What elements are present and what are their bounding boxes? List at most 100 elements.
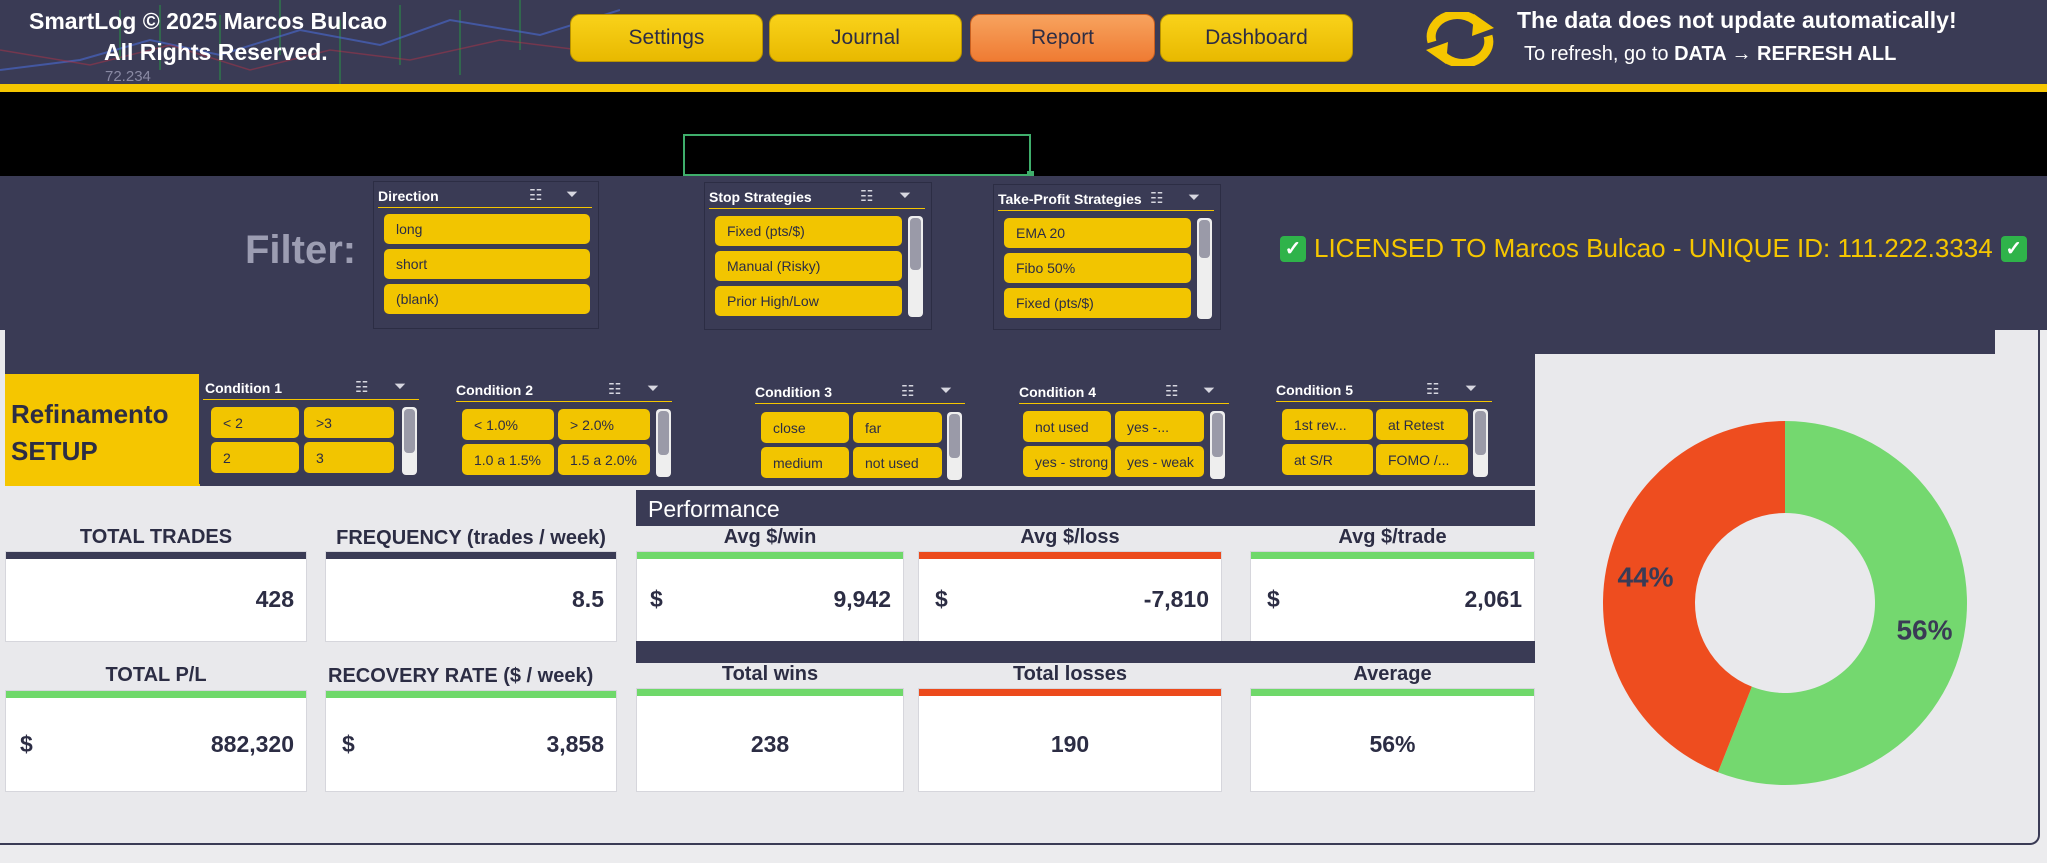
selected-cell[interactable] (683, 134, 1031, 176)
slicer-scrollbar[interactable] (402, 407, 417, 475)
slicer-item[interactable]: 2 (211, 442, 299, 473)
header-divider (0, 84, 2047, 92)
multi-select-icon[interactable]: ☷ (1426, 380, 1439, 398)
multi-select-icon[interactable]: ☷ (608, 380, 621, 398)
clear-filter-icon[interactable]: ⏷ (394, 378, 406, 395)
slicer-item[interactable]: 3 (304, 442, 394, 473)
slicer-scrollbar[interactable] (947, 412, 962, 480)
slicer-item[interactable]: < 1.0% (462, 409, 554, 440)
slicer-item[interactable]: at Retest (1376, 409, 1468, 440)
refresh-icon[interactable] (1422, 12, 1498, 66)
card-accent-bar (637, 552, 903, 559)
copyright-line-2: All Rights Reserved. (104, 39, 328, 65)
slicer-item[interactable]: (blank) (384, 284, 590, 314)
slicer-scrollbar[interactable] (1197, 218, 1212, 319)
slicer-item[interactable]: FOMO /... (1376, 444, 1468, 475)
slicer-item[interactable]: Fibo 50% (1004, 253, 1191, 283)
clear-filter-icon[interactable]: ⏷ (940, 382, 952, 399)
slicer-item[interactable]: >3 (304, 407, 394, 438)
clear-filter-icon[interactable]: ⏷ (1203, 382, 1215, 399)
slicer-take-profit-strategies: Take-Profit Strategies ☷ ⏷ EMA 20 Fibo 5… (993, 184, 1221, 330)
slicer-condition-1: Condition 1 ☷ ⏷ < 2 >3 2 3 (199, 374, 424, 484)
loss-percent-label: 44% (1617, 561, 1673, 592)
scrollbar-thumb[interactable] (404, 409, 415, 453)
slicer-item[interactable]: yes -... (1115, 411, 1204, 442)
slicer-item[interactable]: yes - strong (1023, 446, 1111, 477)
slicer-condition-2: Condition 2 ☷ ⏷ < 1.0% > 2.0% 1.0 a 1.5%… (452, 376, 677, 484)
license-text: LICENSED TO Marcos Bulcao - UNIQUE ID: 1… (1314, 233, 1993, 263)
recovery-rate-value: 3,858 (546, 731, 604, 757)
slicer-item[interactable]: Fixed (pts/$) (715, 216, 902, 246)
multi-select-icon[interactable]: ☷ (901, 382, 914, 400)
total-losses-card: 190 (918, 688, 1222, 792)
slicer-item[interactable]: close (761, 412, 849, 443)
slicer-item[interactable]: yes - weak (1115, 446, 1204, 477)
scrollbar-thumb[interactable] (658, 411, 669, 455)
slicer-item[interactable]: 1st rev... (1282, 409, 1373, 440)
copyright-line-1: SmartLog © 2025 Marcos Bulcao (29, 8, 388, 34)
multi-select-icon[interactable]: ☷ (1150, 189, 1163, 207)
multi-select-icon[interactable]: ☷ (529, 186, 542, 204)
avg-win-title: Avg $/win (723, 526, 817, 548)
clear-filter-icon[interactable]: ⏷ (566, 186, 578, 203)
slicer-item[interactable]: not used (1023, 411, 1111, 442)
slicer-item[interactable]: far (853, 412, 942, 443)
slicer-item[interactable]: Prior High/Low (715, 286, 902, 316)
scrollbar-thumb[interactable] (910, 218, 921, 270)
multi-select-icon[interactable]: ☷ (860, 187, 873, 205)
slicer-item[interactable]: Manual (Risky) (715, 251, 902, 281)
refresh-notice-title: The data does not update automatically! (1517, 7, 1957, 33)
card-accent-bar (1251, 552, 1534, 559)
nav-dashboard-button[interactable]: Dashboard (1160, 14, 1353, 62)
total-pl-value: 882,320 (210, 731, 294, 757)
clear-filter-icon[interactable]: ⏷ (1465, 380, 1477, 397)
avg-trade-value: 2,061 (1464, 586, 1522, 612)
slicer-scrollbar[interactable] (1210, 411, 1225, 479)
slicer-scrollbar[interactable] (1473, 409, 1488, 477)
slicer-item[interactable]: short (384, 249, 590, 279)
slicer-divider (1019, 403, 1229, 404)
slicer-item[interactable]: not used (853, 447, 942, 478)
nav-settings-button[interactable]: Settings (570, 14, 763, 62)
avg-win-card: $ 9,942 (636, 551, 904, 642)
notice-menu-path: DATA → REFRESH ALL (1674, 43, 1897, 65)
scrollbar-thumb[interactable] (1212, 413, 1223, 457)
scrollbar-thumb[interactable] (1199, 220, 1210, 258)
scrollbar-thumb[interactable] (949, 414, 960, 458)
total-pl-title: TOTAL P/L (105, 664, 207, 686)
slicer-item[interactable]: medium (761, 447, 849, 478)
slicer-divider (998, 210, 1214, 211)
slicer-scrollbar[interactable] (656, 409, 671, 477)
nav-report-button[interactable]: Report (970, 14, 1155, 62)
card-accent-bar (6, 552, 306, 559)
slicer-item[interactable]: < 2 (211, 407, 299, 438)
nav-journal-button[interactable]: Journal (769, 14, 962, 62)
slicer-item[interactable]: 1.0 a 1.5% (462, 444, 554, 475)
slicer-item[interactable]: > 2.0% (558, 409, 650, 440)
scrollbar-thumb[interactable] (1475, 411, 1486, 455)
slicer-item[interactable]: EMA 20 (1004, 218, 1191, 248)
notice-prefix: To refresh, go to (1524, 43, 1675, 65)
card-accent-bar (919, 552, 1221, 559)
avg-loss-card: $ -7,810 (918, 551, 1222, 642)
clear-filter-icon[interactable]: ⏷ (899, 187, 911, 204)
slicer-scrollbar[interactable] (908, 216, 923, 317)
win-percent-label: 56% (1896, 615, 1952, 646)
license-notice: ✓ LICENSED TO Marcos Bulcao - UNIQUE ID:… (1280, 233, 2027, 264)
slicer-divider (709, 208, 925, 209)
slicer-divider (203, 399, 419, 400)
multi-select-icon[interactable]: ☷ (355, 378, 368, 396)
slicer-item[interactable]: 1.5 a 2.0% (558, 444, 650, 475)
slicer-divider (378, 207, 592, 208)
frequency-title: FREQUENCY (trades / week) (336, 527, 606, 549)
currency-symbol: $ (1267, 586, 1280, 612)
slicer-item[interactable]: at S/R (1282, 444, 1373, 475)
slicer-item[interactable]: Fixed (pts/$) (1004, 288, 1191, 318)
clear-filter-icon[interactable]: ⏷ (647, 380, 659, 397)
total-wins-value: 238 (750, 731, 790, 757)
slicer-condition-3: Condition 3 ☷ ⏷ close far medium not use… (751, 378, 971, 484)
clear-filter-icon[interactable]: ⏷ (1188, 189, 1200, 206)
slicer-direction: Direction ☷ ⏷ long short (blank) (373, 181, 599, 329)
slicer-item[interactable]: long (384, 214, 590, 244)
multi-select-icon[interactable]: ☷ (1165, 382, 1178, 400)
